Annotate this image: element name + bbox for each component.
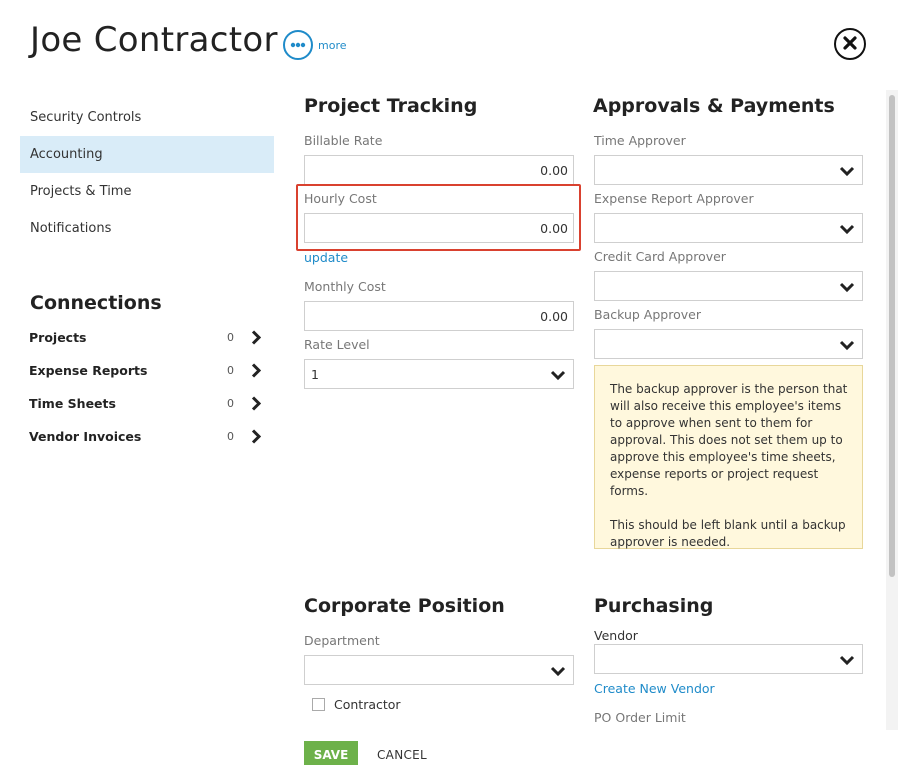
sidebar-item-notifications[interactable]: Notifications <box>20 210 274 247</box>
credit-card-approver-label: Credit Card Approver <box>594 249 726 264</box>
billable-rate-label: Billable Rate <box>304 133 383 148</box>
sidebar-nav: Security Controls Accounting Projects & … <box>20 99 274 247</box>
chevron-down-icon <box>839 281 855 296</box>
contractor-checkbox-row[interactable]: Contractor <box>312 697 401 712</box>
corporate-position-title: Corporate Position <box>304 595 505 617</box>
rate-level-label: Rate Level <box>304 337 370 352</box>
chevron-right-icon <box>251 363 262 382</box>
backup-approver-info-box: The backup approver is the person that w… <box>594 365 863 549</box>
sidebar-item-security-controls[interactable]: Security Controls <box>20 99 274 136</box>
rate-level-select[interactable]: 1 <box>304 359 574 389</box>
cancel-button[interactable]: CANCEL <box>377 748 427 762</box>
connection-count: 0 <box>227 430 234 443</box>
chevron-right-icon <box>251 330 262 349</box>
chevron-down-icon <box>550 369 566 384</box>
more-button[interactable]: more <box>283 30 347 60</box>
expense-report-approver-label: Expense Report Approver <box>594 191 754 206</box>
sidebar-item-accounting[interactable]: Accounting <box>20 136 274 173</box>
connection-label: Time Sheets <box>29 396 116 411</box>
hourly-cost-input[interactable] <box>304 213 574 243</box>
create-new-vendor-link[interactable]: Create New Vendor <box>594 681 715 696</box>
more-label: more <box>318 38 347 52</box>
purchasing-title: Purchasing <box>594 595 714 617</box>
time-approver-label: Time Approver <box>594 133 686 148</box>
connection-label: Expense Reports <box>29 363 148 378</box>
connection-label: Projects <box>29 330 87 345</box>
credit-card-approver-select[interactable] <box>594 271 863 301</box>
sidebar-item-label: Security Controls <box>30 110 142 125</box>
page-title: Joe Contractor <box>30 20 278 60</box>
backup-approver-label: Backup Approver <box>594 307 701 322</box>
po-order-limit-label: PO Order Limit <box>594 710 686 725</box>
connections-title: Connections <box>30 292 162 314</box>
ellipsis-circle-icon <box>283 30 313 60</box>
connection-time-sheets[interactable]: Time Sheets 0 <box>29 387 274 420</box>
chevron-down-icon <box>839 339 855 354</box>
connections-list: Projects 0 Expense Reports 0 Time Sheets… <box>29 321 274 453</box>
hourly-cost-label: Hourly Cost <box>304 191 377 206</box>
contractor-label: Contractor <box>334 697 401 712</box>
connection-count: 0 <box>227 331 234 344</box>
connection-expense-reports[interactable]: Expense Reports 0 <box>29 354 274 387</box>
monthly-cost-label: Monthly Cost <box>304 279 386 294</box>
sidebar-item-label: Projects & Time <box>30 184 132 199</box>
chevron-down-icon <box>550 665 566 680</box>
connection-count: 0 <box>227 397 234 410</box>
chevron-down-icon <box>839 223 855 238</box>
project-tracking-title: Project Tracking <box>304 95 478 117</box>
connection-label: Vendor Invoices <box>29 429 142 444</box>
connection-count: 0 <box>227 364 234 377</box>
sidebar-item-label: Notifications <box>30 221 112 236</box>
close-button[interactable] <box>834 28 866 60</box>
chevron-down-icon <box>839 165 855 180</box>
department-select[interactable] <box>304 655 574 685</box>
chevron-down-icon <box>839 654 855 669</box>
vendor-label: Vendor <box>594 628 638 643</box>
expense-report-approver-select[interactable] <box>594 213 863 243</box>
billable-rate-input[interactable] <box>304 155 574 185</box>
info-paragraph: This should be left blank until a backup… <box>610 518 846 549</box>
info-paragraph: The backup approver is the person that w… <box>610 382 848 498</box>
backup-approver-select[interactable] <box>594 329 863 359</box>
time-approver-select[interactable] <box>594 155 863 185</box>
scrollbar[interactable] <box>886 90 898 730</box>
sidebar-item-projects-time[interactable]: Projects & Time <box>20 173 274 210</box>
vendor-select[interactable] <box>594 644 863 674</box>
sidebar-item-label: Accounting <box>30 147 103 162</box>
chevron-right-icon <box>251 396 262 415</box>
connection-projects[interactable]: Projects 0 <box>29 321 274 354</box>
rate-level-value: 1 <box>311 366 319 382</box>
close-circle-icon <box>843 35 857 54</box>
monthly-cost-input[interactable] <box>304 301 574 331</box>
update-link[interactable]: update <box>304 250 348 265</box>
connection-vendor-invoices[interactable]: Vendor Invoices 0 <box>29 420 274 453</box>
chevron-right-icon <box>251 429 262 448</box>
approvals-payments-title: Approvals & Payments <box>593 95 835 117</box>
save-button[interactable]: SAVE <box>304 741 358 765</box>
scrollbar-thumb[interactable] <box>889 95 895 577</box>
contractor-checkbox[interactable] <box>312 698 325 711</box>
department-label: Department <box>304 633 380 648</box>
